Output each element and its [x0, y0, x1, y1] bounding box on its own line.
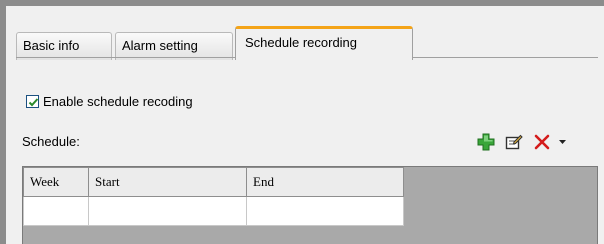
more-actions-dropdown[interactable]: [559, 131, 567, 153]
tab-basic-info[interactable]: Basic info: [16, 32, 112, 60]
column-header-start[interactable]: Start: [88, 167, 247, 197]
enable-schedule-label: Enable schedule recoding: [43, 93, 193, 109]
tab-label: Schedule recording: [245, 35, 358, 50]
cell-end[interactable]: [246, 196, 404, 226]
column-header-week[interactable]: Week: [23, 167, 89, 197]
add-button[interactable]: [475, 131, 497, 153]
checkmark-icon: [28, 97, 39, 106]
edit-icon: [505, 134, 523, 150]
delete-button[interactable]: [531, 131, 553, 153]
schedule-table: Week Start End: [23, 167, 404, 226]
table-row[interactable]: [23, 196, 404, 226]
schedule-label: Schedule:: [22, 134, 80, 149]
cell-week[interactable]: [23, 196, 89, 226]
tab-strip: Basic info Alarm setting Schedule record…: [16, 26, 598, 60]
delete-icon: [534, 134, 550, 150]
add-icon: [477, 133, 495, 151]
edit-button[interactable]: [503, 131, 525, 153]
tab-schedule-recording[interactable]: Schedule recording: [235, 26, 413, 60]
schedule-toolbar: [475, 130, 567, 154]
tab-alarm-setting[interactable]: Alarm setting: [115, 32, 233, 60]
tab-label: Basic info: [23, 38, 80, 53]
column-header-end[interactable]: End: [246, 167, 404, 197]
tab-label: Alarm setting: [122, 38, 198, 53]
cell-start[interactable]: [88, 196, 247, 226]
dropdown-arrow-icon: [559, 140, 566, 144]
enable-schedule-checkbox[interactable]: [26, 94, 39, 108]
enable-schedule-row[interactable]: Enable schedule recoding: [26, 92, 193, 110]
